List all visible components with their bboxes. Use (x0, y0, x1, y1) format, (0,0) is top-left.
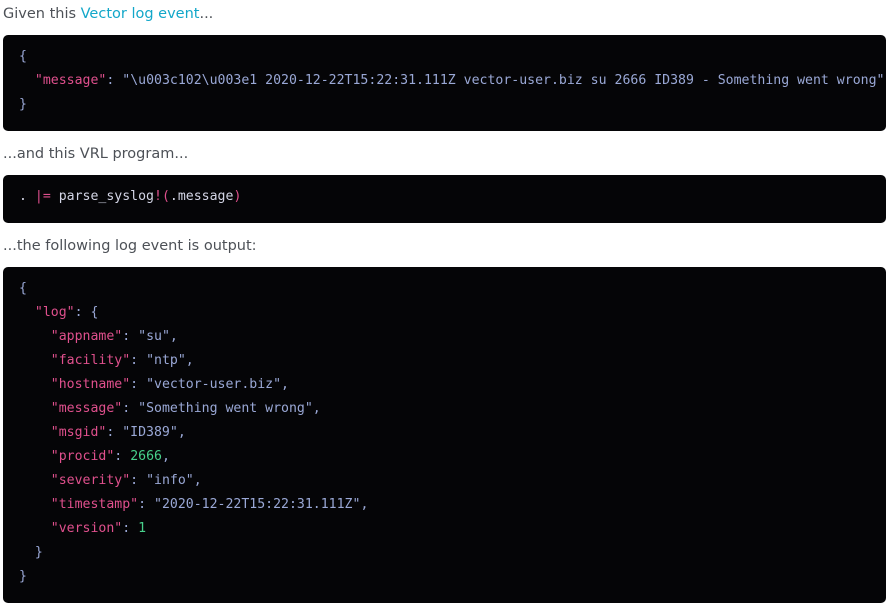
json-comma: , (281, 377, 289, 392)
json-comma: , (193, 473, 202, 488)
json-field-value: "ID389" (122, 425, 178, 440)
json-field-value: "su" (138, 329, 170, 344)
program-target: . (19, 189, 35, 204)
json-field-line: "timestamp": "2020-12-22T15:22:31.111Z", (19, 497, 369, 512)
json-comma: , (177, 425, 186, 440)
intro-prefix: Given this (3, 6, 81, 22)
json-key: "message" (34, 73, 107, 88)
json-log-open: : { (74, 305, 99, 320)
json-field-line: "message": "Something went wrong", (19, 401, 321, 416)
json-close-brace: } (19, 97, 27, 112)
program-argument: .message (169, 189, 234, 204)
json-field-key: "msgid" (50, 425, 107, 440)
json-string-value: "\u003c102\u003e1 2020-12-22T15:22:31.11… (122, 73, 885, 88)
vector-log-event-link[interactable]: Vector log event (81, 6, 200, 22)
json-colon: : (130, 353, 147, 368)
json-key-log: "log" (34, 305, 75, 320)
json-field-line: "hostname": "vector-user.biz", (19, 377, 289, 392)
json-colon: : (106, 73, 123, 88)
json-field-value: "ntp" (146, 353, 186, 368)
json-colon: : (122, 401, 139, 416)
program-paren-open: ( (161, 189, 170, 204)
program-intro-text: ...and this VRL program... (3, 146, 189, 162)
json-field-value: "2020-12-22T15:22:31.111Z" (154, 497, 361, 512)
json-colon: : (114, 449, 131, 464)
intro-text: Given this Vector log event... (3, 4, 213, 24)
json-field-value: "vector-user.biz" (146, 377, 282, 392)
json-comma: , (161, 449, 170, 464)
json-field-value: "Something went wrong" (138, 401, 313, 416)
json-comma: , (360, 497, 369, 512)
json-colon: : (130, 473, 147, 488)
json-field-key: "procid" (50, 449, 115, 464)
program-function: parse_syslog (50, 189, 154, 204)
intro-suffix: ... (199, 6, 214, 22)
output-intro-text: ...the following log event is output: (3, 238, 257, 254)
json-open-brace: { (19, 281, 27, 296)
json-comma: , (312, 401, 321, 416)
program-bang: ! (154, 189, 162, 204)
program-operator: |= (34, 189, 51, 204)
json-field-line: "appname": "su", (19, 329, 178, 344)
json-field-line: "procid": 2666, (19, 449, 170, 464)
json-field-value: 2666 (130, 449, 162, 464)
json-field-key: "facility" (50, 353, 131, 368)
json-field-key: "timestamp" (50, 497, 139, 512)
json-field-line: "version": 1 (19, 521, 146, 536)
input-event-code-block: { "message": "\u003c102\u003e1 2020-12-2… (3, 35, 886, 131)
program-paren-close: ) (233, 189, 242, 204)
output-event-code-block: { "log": { "appname": "su", "facility": … (3, 267, 886, 603)
vrl-program-code-block: . |= parse_syslog!(.message) (3, 175, 886, 223)
json-field-line: "facility": "ntp", (19, 353, 194, 368)
json-colon: : (122, 521, 139, 536)
json-colon: : (122, 329, 139, 344)
json-field-value: 1 (138, 521, 147, 536)
json-colon: : (138, 497, 154, 512)
json-comma: , (185, 353, 194, 368)
json-colon: : (106, 425, 123, 440)
json-log-close-brace: } (34, 545, 43, 560)
json-colon: : (130, 377, 147, 392)
json-open-brace: { (19, 49, 27, 64)
json-field-line: "severity": "info", (19, 473, 202, 488)
json-field-key: "severity" (50, 473, 131, 488)
json-field-key: "message" (50, 401, 123, 416)
json-close-brace: } (19, 569, 27, 584)
json-comma: , (169, 329, 178, 344)
json-field-value: "info" (146, 473, 194, 488)
json-field-key: "version" (50, 521, 123, 536)
json-field-line: "msgid": "ID389", (19, 425, 186, 440)
json-field-key: "hostname" (50, 377, 131, 392)
json-field-key: "appname" (50, 329, 123, 344)
